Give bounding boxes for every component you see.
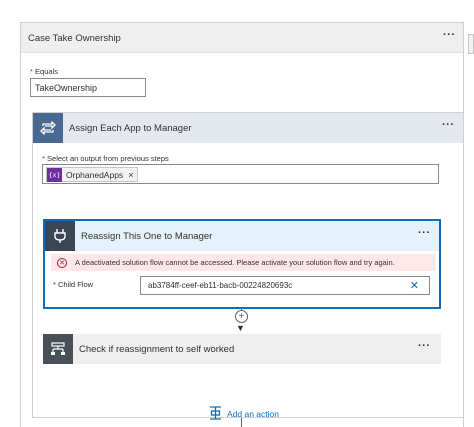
loop-icon <box>33 113 63 143</box>
case-title: Case Take Ownership <box>28 33 121 44</box>
select-output-label: * Select an output from previous steps <box>42 154 169 163</box>
apply-each-more-button[interactable]: ··· <box>442 119 455 131</box>
select-output-label-text: Select an output from previous steps <box>47 154 169 163</box>
child-flow-label: * Child Flow <box>53 280 93 289</box>
plug-icon <box>45 221 75 251</box>
flow-connector-line <box>241 418 242 427</box>
token-remove-button[interactable]: × <box>128 170 133 180</box>
add-action-button[interactable]: Add an action <box>209 406 279 422</box>
error-circle-icon: ✕ <box>57 257 67 268</box>
required-marker: * <box>42 154 45 163</box>
reassign-action-title: Reassign This One to Manager <box>81 231 213 242</box>
reassign-action-header[interactable]: Reassign This One to Manager ··· <box>45 221 439 251</box>
clear-icon[interactable]: ✕ <box>410 279 419 292</box>
arrow-down-icon: ▼ <box>236 323 245 333</box>
error-message: A deactivated solution flow cannot be ac… <box>75 258 395 267</box>
error-banner: ✕ A deactivated solution flow cannot be … <box>51 254 435 271</box>
apply-each-header[interactable]: Assign Each App to Manager ··· <box>33 113 463 143</box>
case-header[interactable]: Case Take Ownership ··· <box>21 23 463 53</box>
case-take-ownership-card: Case Take Ownership ··· * Equals Assign … <box>20 22 464 427</box>
token-label: OrphanedApps <box>66 169 124 180</box>
select-output-field[interactable]: {x} OrphanedApps × <box>42 164 439 184</box>
equals-label: * Equals <box>30 67 58 76</box>
condition-card[interactable]: Check if reassignment to self worked ··· <box>43 334 441 364</box>
child-flow-label-text: Child Flow <box>58 280 94 289</box>
apply-each-title: Assign Each App to Manager <box>69 123 192 134</box>
add-action-icon <box>209 406 222 422</box>
condition-icon <box>43 334 73 364</box>
variable-icon: {x} <box>47 167 62 182</box>
condition-more-button[interactable]: ··· <box>418 340 431 352</box>
insert-step-button[interactable]: + <box>235 310 248 323</box>
child-flow-select[interactable]: ab3784ff-ceef-eb11-bacb-00224820693c ✕ <box>140 276 430 295</box>
case-more-button[interactable]: ··· <box>443 29 456 41</box>
child-flow-value: ab3784ff-ceef-eb11-bacb-00224820693c <box>148 281 293 290</box>
required-marker: * <box>53 280 56 289</box>
required-marker: * <box>30 67 33 76</box>
reassign-more-button[interactable]: ··· <box>418 227 431 239</box>
dynamic-content-token[interactable]: {x} OrphanedApps × <box>46 167 139 182</box>
add-action-label: Add an action <box>227 409 279 419</box>
apply-each-card: Assign Each App to Manager ··· * Select … <box>32 112 464 420</box>
reassign-action-card: Reassign This One to Manager ··· ✕ A dea… <box>43 219 441 309</box>
condition-title: Check if reassignment to self worked <box>79 344 235 355</box>
equals-input[interactable] <box>30 78 146 97</box>
equals-label-text: Equals <box>35 67 58 76</box>
scrollbar-edge[interactable] <box>468 34 474 54</box>
